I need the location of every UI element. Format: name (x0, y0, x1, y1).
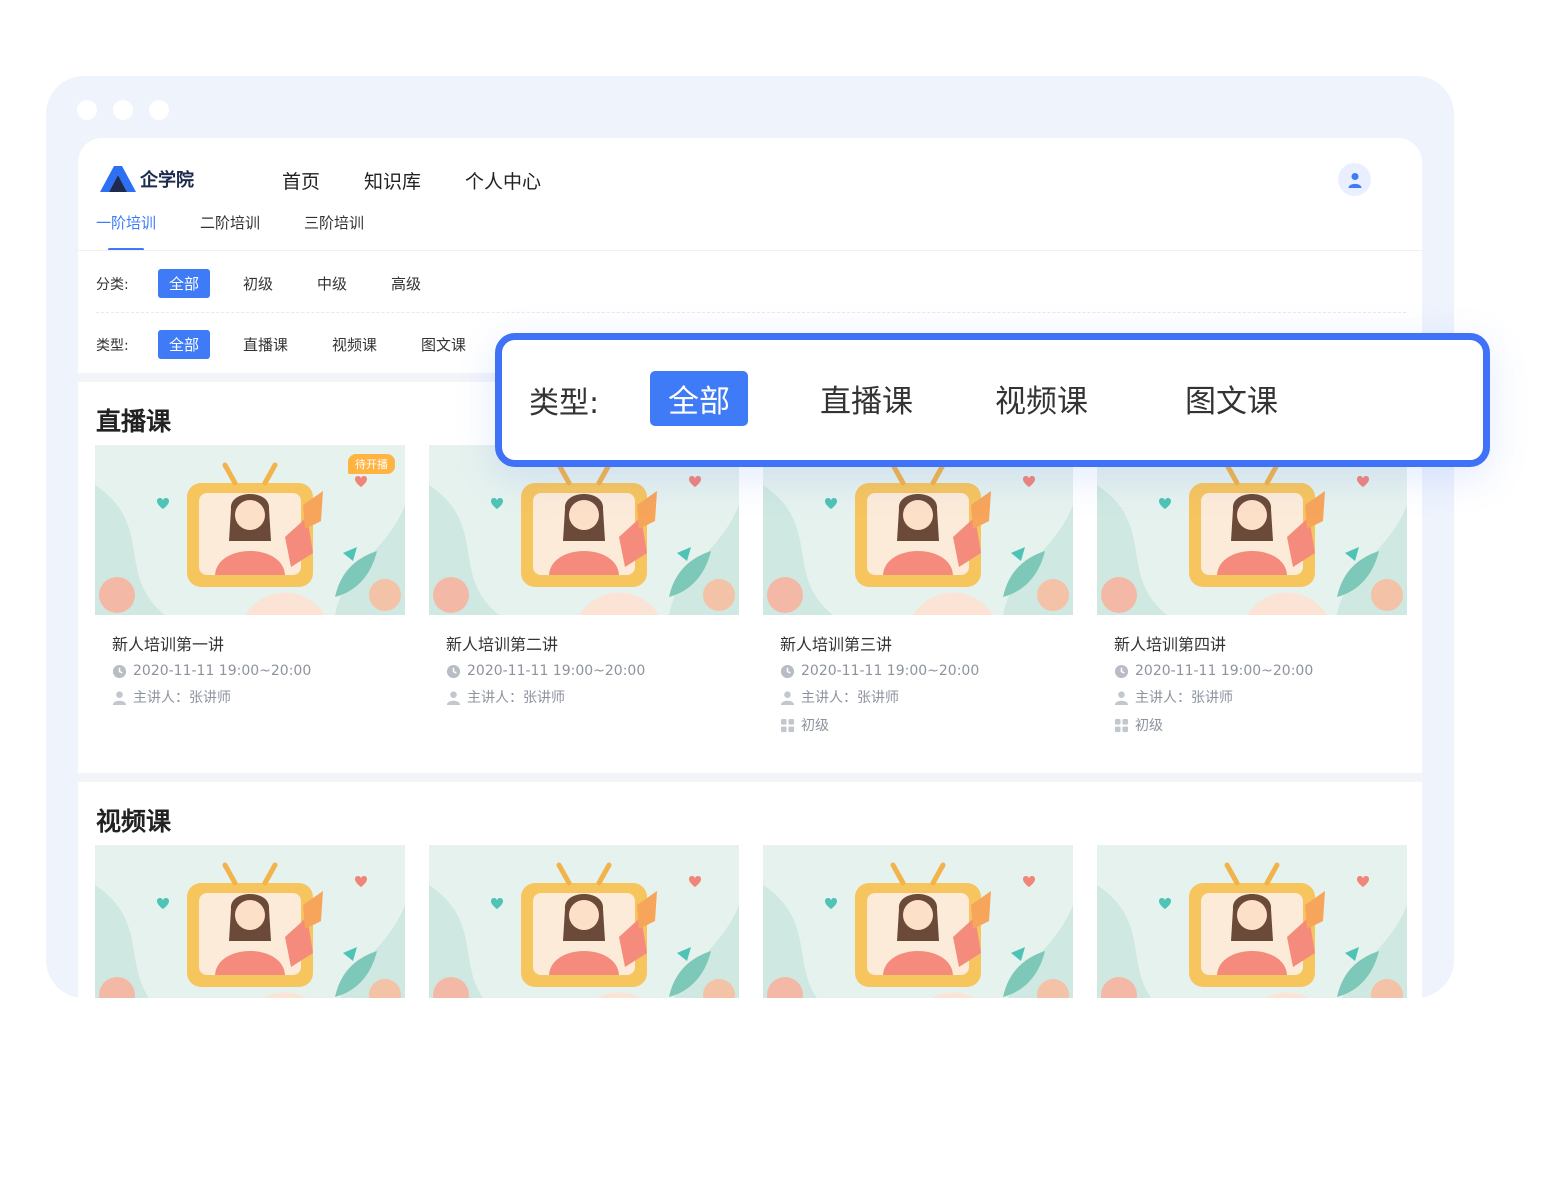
course-card[interactable] (1097, 845, 1407, 998)
course-level: 初级 (780, 715, 1073, 735)
course-title: 新人培训第一讲 (112, 635, 225, 654)
nav-item-home[interactable]: 首页 (282, 167, 320, 194)
course-speaker: 主讲人：张讲师 (780, 687, 1073, 707)
live-section-title: 直播课 (96, 407, 172, 436)
type-article[interactable]: 图文课 (410, 330, 477, 359)
callout-type-article[interactable]: 图文课 (1167, 371, 1296, 426)
type-filter-zoom-callout: 类型: 全部 直播课 视频课 图文课 (495, 333, 1490, 467)
window-dot (113, 100, 133, 120)
nav-item-profile[interactable]: 个人中心 (465, 167, 541, 194)
main-nav: 首页 知识库 个人中心 (282, 167, 585, 194)
course-thumbnail (1097, 845, 1407, 998)
course-card[interactable] (763, 845, 1073, 998)
course-time: 2020-11-11 19:00~20:00 (1114, 663, 1407, 679)
course-time: 2020-11-11 19:00~20:00 (112, 663, 405, 679)
divider (78, 250, 1422, 251)
course-thumbnail-illustration (95, 845, 405, 998)
category-all[interactable]: 全部 (158, 269, 211, 298)
callout-type-label: 类型: (529, 386, 600, 421)
course-card[interactable] (95, 845, 405, 998)
callout-type-live[interactable]: 直播课 (802, 371, 931, 426)
clock-icon (780, 664, 795, 678)
divider (96, 312, 1406, 313)
page: 企学院 首页 知识库 个人中心 一阶培训 二阶培训 三阶培训 分类: 全部 初级… (78, 138, 1422, 998)
type-filter-label: 类型: (96, 337, 129, 354)
course-time: 2020-11-11 19:00~20:00 (780, 663, 1073, 679)
course-thumbnail (429, 845, 739, 998)
tab-stage-3[interactable]: 三阶培训 (304, 212, 364, 251)
nav-item-knowledge[interactable]: 知识库 (364, 167, 421, 194)
window-dot (77, 100, 97, 120)
course-speaker-text: 主讲人：张讲师 (801, 690, 899, 706)
course-thumbnail (763, 445, 1073, 615)
browser-window: 企学院 首页 知识库 个人中心 一阶培训 二阶培训 三阶培训 分类: 全部 初级… (46, 76, 1454, 998)
window-dot (149, 100, 169, 120)
course-title: 新人培训第四讲 (1114, 635, 1227, 654)
course-speaker: 主讲人：张讲师 (446, 687, 739, 707)
course-time-text: 2020-11-11 19:00~20:00 (801, 663, 980, 679)
stage-tabs: 一阶培训 二阶培训 三阶培训 (96, 212, 408, 251)
course-speaker-text: 主讲人：张讲师 (467, 690, 565, 706)
course-speaker: 主讲人：张讲师 (1114, 687, 1407, 707)
course-card[interactable]: 新人培训第四讲 2020-11-11 19:00~20:00 主讲人：张讲师 初级 (1097, 445, 1407, 735)
grid-icon (1114, 718, 1129, 732)
clock-icon (1114, 664, 1129, 678)
user-icon (446, 690, 461, 705)
user-icon (112, 690, 127, 705)
callout-type-video[interactable]: 视频课 (977, 371, 1106, 426)
course-card[interactable]: 待开播新人培训第一讲 2020-11-11 19:00~20:00 主讲人：张讲师 (95, 445, 405, 707)
logo-icon (100, 166, 136, 192)
course-thumbnail (95, 845, 405, 998)
course-speaker: 主讲人：张讲师 (112, 687, 405, 707)
course-card[interactable] (429, 845, 739, 998)
course-card[interactable]: 新人培训第二讲 2020-11-11 19:00~20:00 主讲人：张讲师 (429, 445, 739, 707)
course-title: 新人培训第三讲 (780, 635, 893, 654)
category-advanced[interactable]: 高级 (380, 269, 432, 298)
category-filter-label: 分类: (96, 276, 129, 293)
category-filter: 分类: 全部 初级 中级 高级 (96, 269, 454, 298)
grid-icon (780, 718, 795, 732)
course-thumbnail-illustration (1097, 445, 1407, 615)
course-thumbnail-illustration (1097, 845, 1407, 998)
course-thumbnail-illustration (763, 445, 1073, 615)
callout-type-all[interactable]: 全部 (650, 371, 748, 426)
user-icon (1114, 690, 1129, 705)
clock-icon (446, 664, 461, 678)
app-logo[interactable]: 企学院 (100, 166, 194, 192)
avatar[interactable] (1338, 163, 1371, 196)
course-thumbnail-illustration (763, 845, 1073, 998)
course-thumbnail-illustration (429, 845, 739, 998)
course-thumbnail (429, 445, 739, 615)
category-beginner[interactable]: 初级 (232, 269, 284, 298)
course-time-text: 2020-11-11 19:00~20:00 (1135, 663, 1314, 679)
course-thumbnail (763, 845, 1073, 998)
clock-icon (112, 664, 127, 678)
course-speaker-text: 主讲人：张讲师 (133, 690, 231, 706)
course-time: 2020-11-11 19:00~20:00 (446, 663, 739, 679)
course-title: 新人培训第二讲 (446, 635, 559, 654)
type-live[interactable]: 直播课 (232, 330, 299, 359)
status-badge: 待开播 (348, 454, 395, 474)
course-card[interactable]: 新人培训第三讲 2020-11-11 19:00~20:00 主讲人：张讲师 初级 (763, 445, 1073, 735)
tab-stage-2[interactable]: 二阶培训 (200, 212, 260, 251)
category-intermediate[interactable]: 中级 (306, 269, 358, 298)
course-time-text: 2020-11-11 19:00~20:00 (133, 663, 312, 679)
course-level: 初级 (1114, 715, 1407, 735)
course-time-text: 2020-11-11 19:00~20:00 (467, 663, 646, 679)
type-video[interactable]: 视频课 (321, 330, 388, 359)
user-icon (1348, 172, 1361, 188)
course-level-text: 初级 (801, 718, 829, 734)
course-thumbnail-illustration (429, 445, 739, 615)
video-section: 视频课 (78, 782, 1422, 998)
course-thumbnail (1097, 445, 1407, 615)
video-section-title: 视频课 (96, 807, 172, 836)
user-icon (780, 690, 795, 705)
app-name: 企学院 (140, 170, 194, 191)
type-filter: 类型: 全部 直播课 视频课 图文课 (96, 330, 499, 359)
course-level-text: 初级 (1135, 718, 1163, 734)
tab-stage-1[interactable]: 一阶培训 (96, 212, 156, 251)
course-thumbnail: 待开播 (95, 445, 405, 615)
course-speaker-text: 主讲人：张讲师 (1135, 690, 1233, 706)
type-all[interactable]: 全部 (158, 330, 211, 359)
